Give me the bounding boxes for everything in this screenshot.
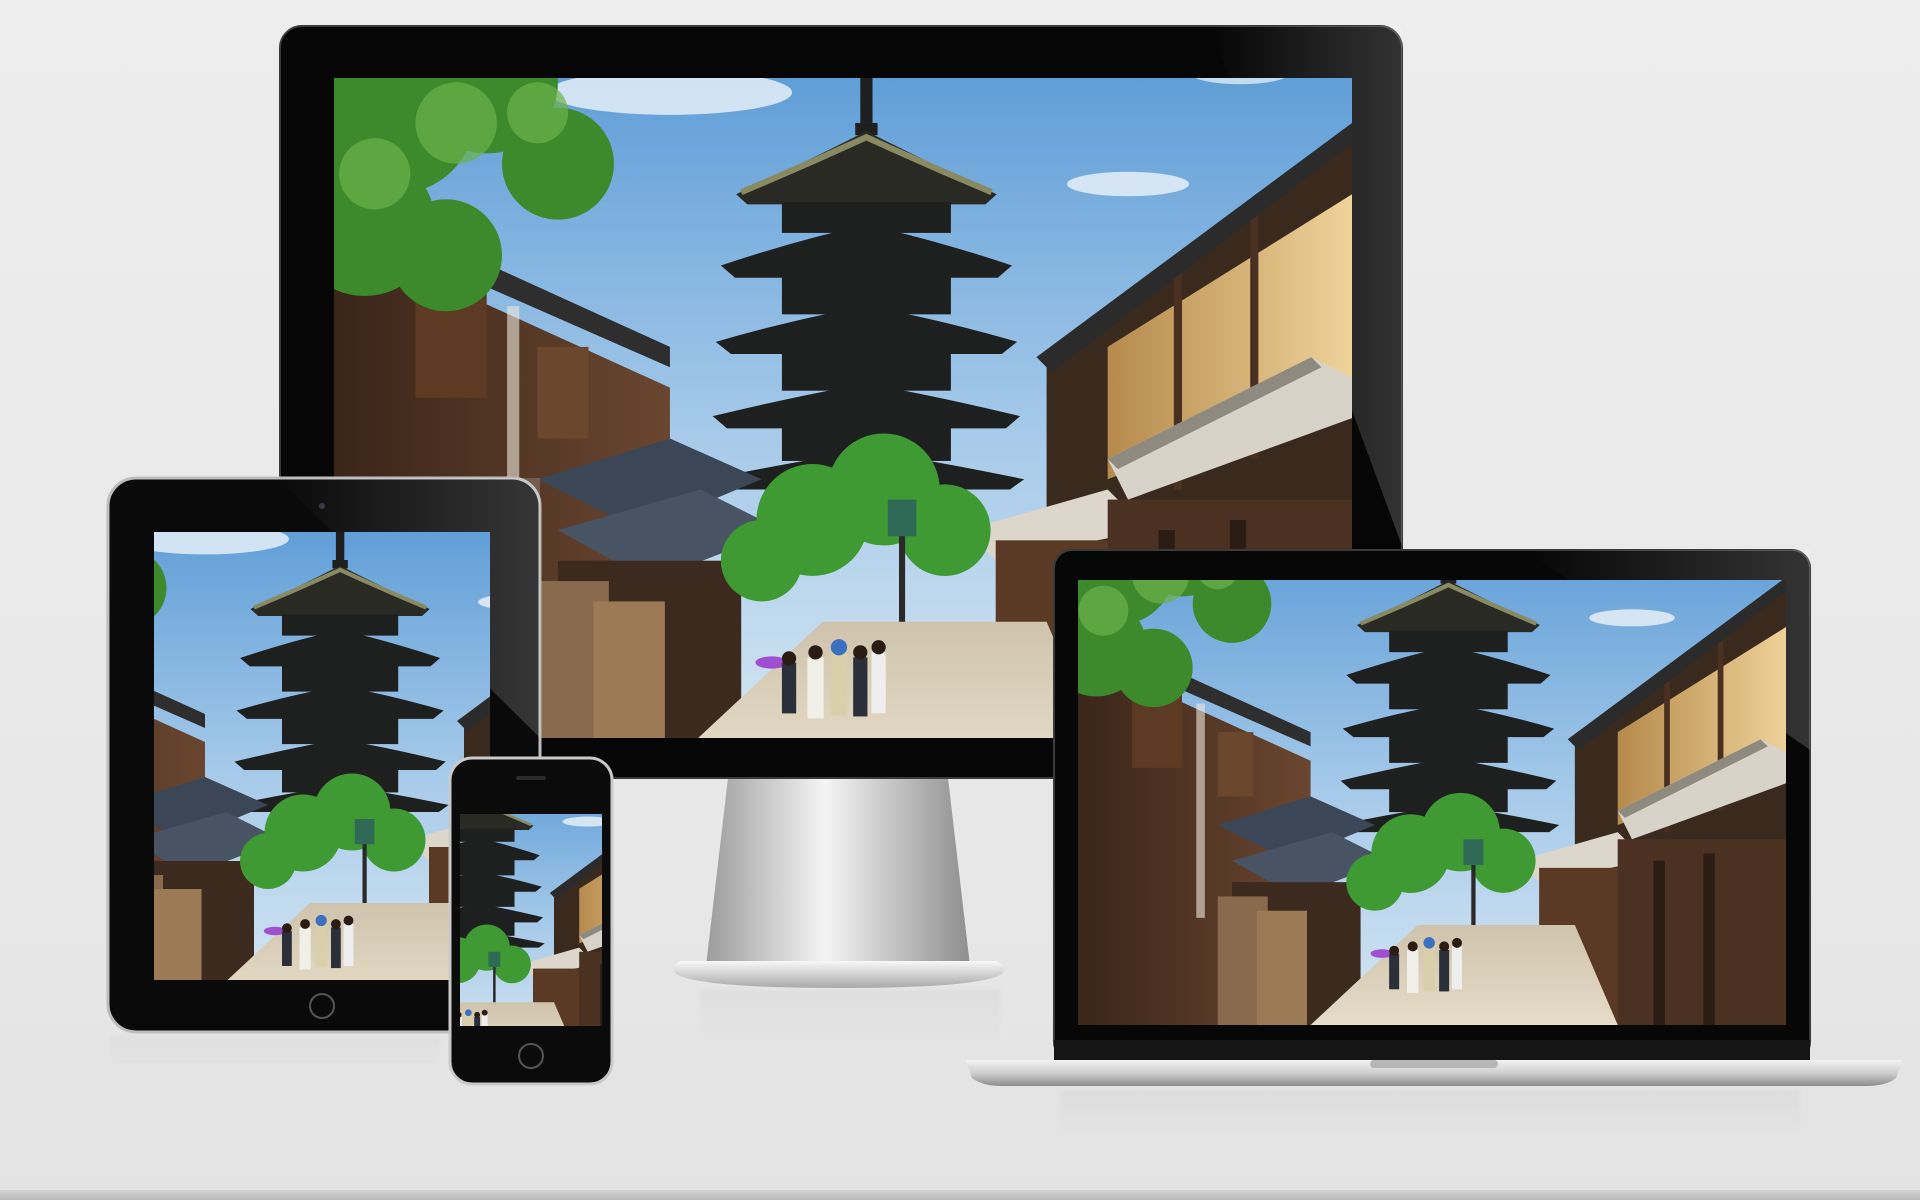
mockup-stage: [0, 0, 1920, 1200]
phone-speaker-icon: [516, 776, 546, 780]
page-bottom-bar: [0, 1190, 1920, 1200]
monitor-base: [673, 961, 1004, 988]
laptop-notch: [1370, 1060, 1498, 1068]
tablet-reflection: [110, 1036, 440, 1076]
smartphone: [448, 756, 614, 1086]
monitor-reflection: [700, 990, 1000, 1050]
laptop: [966, 549, 1902, 1086]
monitor-stand: [706, 778, 970, 966]
tablet-camera-icon: [319, 503, 325, 509]
laptop-reflection: [1060, 1090, 1800, 1140]
